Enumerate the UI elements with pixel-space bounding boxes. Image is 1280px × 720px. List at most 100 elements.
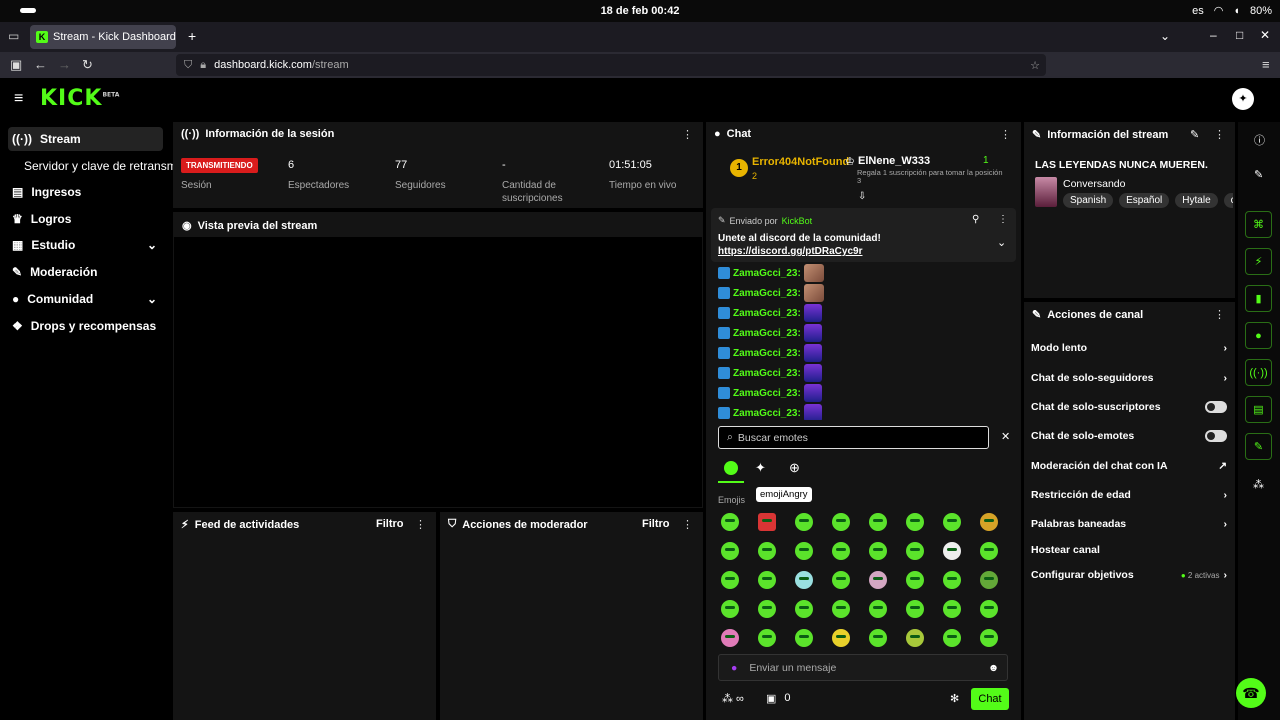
action-host-channel[interactable]: Hostear canal bbox=[1031, 541, 1227, 559]
volume-icon[interactable]: ◖ bbox=[1233, 5, 1240, 17]
more-icon[interactable]: ⋮ bbox=[1000, 128, 1011, 141]
emote-cell[interactable] bbox=[906, 513, 924, 531]
emote-cell[interactable] bbox=[795, 629, 813, 647]
rail-stream-info-icon[interactable]: ⌘ bbox=[1245, 211, 1272, 238]
leader-name[interactable]: Error404NotFound bbox=[752, 156, 849, 168]
action-slow-mode[interactable]: Modo lento › bbox=[1031, 339, 1227, 357]
community-icon[interactable]: ⁂ bbox=[1253, 478, 1264, 491]
sidebar-item-ingresos[interactable]: ▤ Ingresos bbox=[8, 180, 163, 204]
forward-icon[interactable]: → bbox=[58, 57, 71, 72]
chat-message[interactable]: ZamaGcci_23: bbox=[718, 324, 822, 342]
emote-cell[interactable] bbox=[943, 513, 961, 531]
emote-cell[interactable] bbox=[758, 629, 776, 647]
send-chat-button[interactable]: Chat bbox=[971, 688, 1009, 710]
points-icon[interactable]: ⁂ ∞ bbox=[722, 692, 744, 705]
filter-button[interactable]: Filtro bbox=[642, 518, 670, 530]
emote-cell[interactable] bbox=[980, 513, 998, 531]
rail-activity-icon[interactable]: ⚡︎ bbox=[1245, 248, 1272, 275]
emote-cell[interactable] bbox=[943, 571, 961, 589]
rail-wrench-icon[interactable]: ✎ bbox=[1245, 433, 1272, 460]
sidebar-item-stream[interactable]: ((·)) Stream bbox=[8, 127, 163, 151]
sidebar-item-comunidad[interactable]: ● Comunidad ⌄ bbox=[8, 287, 163, 311]
new-tab-icon[interactable]: + bbox=[188, 28, 196, 44]
category-name[interactable]: Conversando bbox=[1063, 178, 1125, 190]
more-icon[interactable]: ⋮ bbox=[998, 214, 1008, 225]
emote-cell[interactable] bbox=[758, 542, 776, 560]
emote-cell[interactable] bbox=[943, 629, 961, 647]
os-battery[interactable]: 80% bbox=[1250, 5, 1272, 17]
tag[interactable]: Spanish bbox=[1063, 193, 1114, 208]
chat-message[interactable]: ZamaGcci_23: bbox=[718, 284, 824, 302]
emote-cell[interactable] bbox=[832, 571, 850, 589]
action-ai-moderation[interactable]: Moderación del chat con IA ↗ bbox=[1031, 457, 1227, 475]
bookmark-star-icon[interactable]: ☆ bbox=[1030, 59, 1040, 72]
emotes-only-toggle[interactable] bbox=[1205, 430, 1227, 442]
hamburger-menu-icon[interactable]: ≡ bbox=[14, 90, 23, 108]
emote-cell[interactable] bbox=[832, 629, 850, 647]
emote-cell[interactable] bbox=[869, 600, 887, 618]
reload-icon[interactable]: ↻ bbox=[82, 57, 93, 73]
rail-broadcast-icon[interactable]: ((·)) bbox=[1245, 359, 1272, 386]
chat-input[interactable]: ● Enviar un mensaje ☻ bbox=[718, 654, 1008, 681]
action-banned-words[interactable]: Palabras baneadas › bbox=[1031, 515, 1227, 533]
emote-cell[interactable] bbox=[832, 600, 850, 618]
emote-cell[interactable] bbox=[906, 629, 924, 647]
chevron-down-icon[interactable]: ⌄ bbox=[1160, 29, 1170, 43]
emote-cell[interactable] bbox=[721, 629, 739, 647]
sidebar-item-estudio[interactable]: ▦ Estudio ⌄ bbox=[8, 233, 163, 257]
emote-cell[interactable] bbox=[980, 629, 998, 647]
emote-cell[interactable] bbox=[721, 542, 739, 560]
action-goals[interactable]: Configurar objetivos ● 2 activas › bbox=[1031, 566, 1227, 584]
emote-cell[interactable] bbox=[721, 600, 739, 618]
close-window-icon[interactable]: ✕ bbox=[1260, 28, 1270, 42]
channel-points[interactable]: ▣ 0 bbox=[766, 692, 791, 705]
emote-cell[interactable] bbox=[721, 571, 739, 589]
chevron-down-icon[interactable]: ⌄ bbox=[997, 236, 1006, 249]
chat-message[interactable]: ZamaGcci_23: bbox=[718, 404, 822, 422]
edit-icon[interactable]: ✎ bbox=[1190, 128, 1199, 141]
browser-tab[interactable]: K Stream - Kick Dashboard ✕ bbox=[30, 25, 176, 49]
help-support-icon[interactable]: ☎︎ bbox=[1236, 678, 1266, 708]
tag[interactable]: Hytale bbox=[1175, 193, 1218, 208]
tag[interactable]: Español bbox=[1119, 193, 1170, 208]
channel-emotes-tab-icon[interactable]: ✦ bbox=[755, 460, 766, 476]
emote-cell[interactable] bbox=[795, 513, 813, 531]
more-icon[interactable]: ⋮ bbox=[415, 518, 426, 531]
emote-cell[interactable] bbox=[869, 542, 887, 560]
action-age-restriction[interactable]: Restricción de edad › bbox=[1031, 486, 1227, 504]
video-preview[interactable] bbox=[174, 237, 702, 507]
sidebar-toggle-icon[interactable]: ▣ bbox=[10, 57, 22, 73]
minimize-icon[interactable]: – bbox=[1210, 28, 1217, 42]
chat-message[interactable]: ZamaGcci_23: bbox=[718, 264, 824, 282]
tab-list-icon[interactable]: ▭ bbox=[8, 29, 19, 43]
tag[interactable]: ch bbox=[1223, 193, 1233, 208]
more-icon[interactable]: ⋮ bbox=[1214, 128, 1225, 141]
more-icon[interactable]: ⋮ bbox=[682, 128, 693, 141]
maximize-icon[interactable]: □ bbox=[1236, 28, 1243, 42]
emote-cell[interactable] bbox=[832, 513, 850, 531]
close-icon[interactable]: ✕ bbox=[1001, 430, 1010, 443]
chat-message[interactable]: ZamaGcci_23: bbox=[718, 344, 822, 362]
emote-cell[interactable] bbox=[906, 600, 924, 618]
chat-message[interactable]: ZamaGcci_23: bbox=[718, 304, 822, 322]
info-icon[interactable]: ⓘ bbox=[1254, 132, 1265, 148]
emote-cell[interactable] bbox=[906, 542, 924, 560]
emote-cell[interactable] bbox=[980, 600, 998, 618]
leader-name[interactable]: ElNene_W333 bbox=[858, 155, 930, 167]
discord-link[interactable]: https://discord.gg/ptDRaCyc9r bbox=[718, 246, 862, 257]
pin-icon[interactable]: ⚲ bbox=[972, 214, 979, 225]
emote-cell[interactable] bbox=[721, 513, 739, 531]
os-clock[interactable]: 18 de feb 00:42 bbox=[0, 5, 1280, 17]
chat-message[interactable]: ZamaGcci_23: bbox=[718, 364, 822, 382]
emoji-icon[interactable]: ☻ bbox=[988, 662, 999, 674]
subscribers-only-toggle[interactable] bbox=[1205, 401, 1227, 413]
emote-cell[interactable] bbox=[832, 542, 850, 560]
os-lang[interactable]: es bbox=[1192, 5, 1204, 17]
rail-session-icon[interactable]: ▮ bbox=[1245, 285, 1272, 312]
rail-chat-icon[interactable]: ● bbox=[1245, 322, 1272, 349]
sidebar-item-drops[interactable]: ❖ Drops y recompensas bbox=[8, 314, 163, 338]
emote-cell[interactable] bbox=[758, 571, 776, 589]
rail-mod-icon[interactable]: ▤ bbox=[1245, 396, 1272, 423]
emote-search-input[interactable]: ⌕ Buscar emotes bbox=[718, 426, 989, 449]
emote-cell[interactable] bbox=[869, 571, 887, 589]
